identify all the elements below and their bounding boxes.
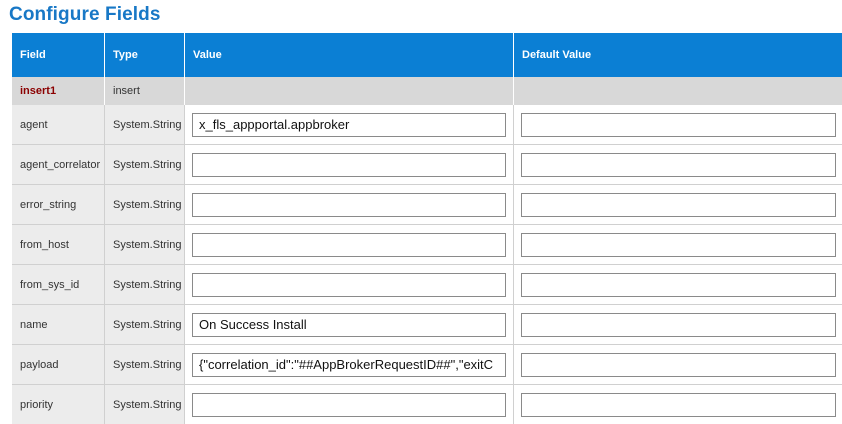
field-name: payload [12,345,105,384]
table-row: priority System.String [12,385,842,424]
fields-grid: Field Type Value Default Value insert1 i… [11,33,842,424]
field-type: System.String [105,385,185,424]
value-input[interactable] [192,192,506,217]
value-input[interactable] [192,152,506,177]
field-type: System.String [105,265,185,304]
header-default-value: Default Value [522,49,592,61]
default-value-input[interactable] [521,352,836,377]
group-name: insert1 [12,77,105,105]
field-type: System.String [105,345,185,384]
value-input[interactable] [192,272,506,297]
value-input[interactable] [192,352,506,377]
table-row: from_sys_id System.String [12,265,842,305]
default-value-input[interactable] [521,112,836,137]
default-value-input[interactable] [521,392,836,417]
header-type: Type [105,33,185,77]
value-input[interactable] [192,312,506,337]
field-type: System.String [105,105,185,144]
grid-header: Field Type Value Default Value [12,33,842,77]
default-value-input[interactable] [521,232,836,257]
value-input[interactable] [192,232,506,257]
header-value: Value [185,33,514,77]
table-row: payload System.String [12,345,842,385]
default-value-input[interactable] [521,192,836,217]
table-row: from_host System.String [12,225,842,265]
default-value-input[interactable] [521,312,836,337]
field-type: System.String [105,225,185,264]
field-name: name [12,305,105,344]
table-row: agent System.String [12,105,842,145]
field-name: from_host [12,225,105,264]
value-input[interactable] [192,112,506,137]
table-row: agent_correlator System.String [12,145,842,185]
field-type: System.String [105,305,185,344]
page-title: Configure Fields [9,4,161,25]
field-name: from_sys_id [12,265,105,304]
table-row: name System.String [12,305,842,345]
field-name: agent [12,105,105,144]
group-default-spacer [514,77,842,105]
group-type: insert [105,77,185,105]
field-name: error_string [12,185,105,224]
group-value-spacer [185,77,514,105]
header-field: Field [12,33,105,77]
field-type: System.String [105,185,185,224]
group-row: insert1 insert [12,77,842,105]
table-row: error_string System.String [12,185,842,225]
field-name: priority [12,385,105,424]
value-input[interactable] [192,392,506,417]
field-name: agent_correlator [12,145,105,184]
default-value-input[interactable] [521,152,836,177]
field-type: System.String [105,145,185,184]
default-value-input[interactable] [521,272,836,297]
